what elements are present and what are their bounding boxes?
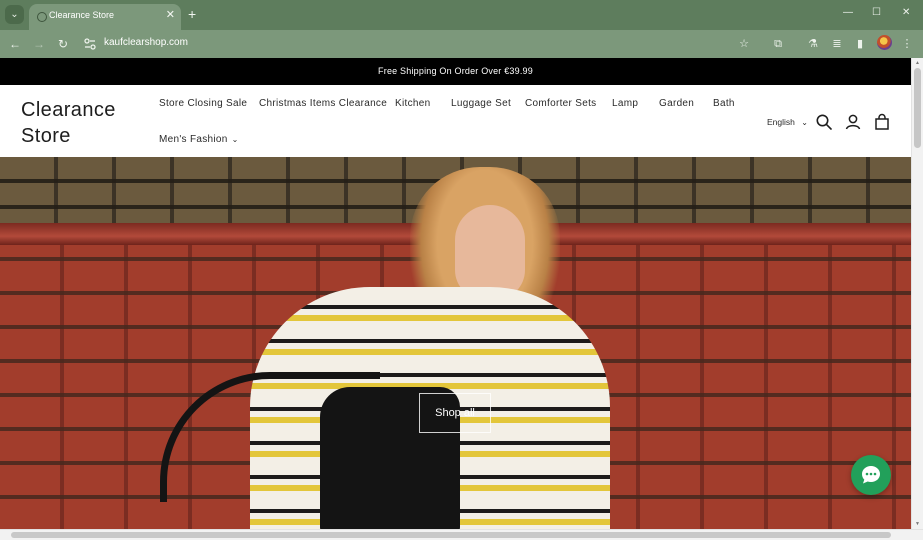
- chevron-down-icon: ⌄: [231, 135, 239, 144]
- new-tab-button[interactable]: +: [188, 6, 196, 22]
- profile-avatar-icon[interactable]: [877, 35, 892, 50]
- shop-all-button[interactable]: Shop all: [419, 393, 491, 433]
- side-panel-icon[interactable]: ▮: [851, 35, 869, 53]
- address-bar-url[interactable]: kaufclearshop.com: [104, 37, 188, 48]
- chat-icon: [862, 466, 880, 484]
- nav-item-lamp[interactable]: Lamp: [612, 98, 638, 109]
- reload-icon[interactable]: ↻: [54, 35, 72, 53]
- horizontal-scrollbar[interactable]: [0, 529, 923, 540]
- page-viewport: Free Shipping On Order Over €39.99 Clear…: [0, 58, 911, 529]
- bookmark-star-icon[interactable]: ☆: [735, 35, 753, 53]
- account-icon[interactable]: [844, 113, 862, 131]
- tab-title: Clearance Store: [49, 10, 115, 20]
- labs-flask-icon[interactable]: ⚗: [804, 35, 822, 53]
- cart-bag-icon[interactable]: [873, 113, 891, 131]
- more-menu-icon[interactable]: ⋮: [898, 35, 916, 53]
- browser-tab-bar: ⌄ Clearance Store ✕ + — ☐ ✕: [0, 0, 923, 30]
- maximize-icon[interactable]: ☐: [872, 7, 881, 18]
- nav-item-comforter-sets[interactable]: Comforter Sets: [525, 98, 596, 109]
- horizontal-scrollbar-thumb[interactable]: [11, 532, 891, 538]
- announcement-bar: Free Shipping On Order Over €39.99: [0, 58, 911, 85]
- store-logo[interactable]: Clearance Store: [21, 97, 131, 149]
- announcement-text: Free Shipping On Order Over €39.99: [378, 66, 533, 76]
- scroll-up-icon[interactable]: ▲: [915, 60, 920, 66]
- language-label: English: [767, 117, 795, 127]
- scroll-down-icon[interactable]: ▼: [915, 521, 920, 527]
- nav-item-bath[interactable]: Bath: [713, 98, 735, 109]
- tab-close-icon[interactable]: ✕: [166, 8, 175, 21]
- tab-search-icon[interactable]: ⌄: [5, 5, 24, 24]
- extensions-icon[interactable]: ⧉: [769, 35, 787, 53]
- search-icon[interactable]: [815, 113, 833, 131]
- vertical-scrollbar[interactable]: ▲ ▼: [911, 58, 923, 529]
- hero-banner: Shop all: [0, 157, 911, 529]
- forward-arrow-icon[interactable]: →: [30, 35, 48, 53]
- browser-tab-active[interactable]: Clearance Store ✕: [29, 4, 181, 30]
- language-selector[interactable]: English ⌄: [767, 117, 808, 127]
- nav-item-store-closing-sale[interactable]: Store Closing Sale: [159, 98, 247, 109]
- hero-model-face: [455, 205, 525, 300]
- close-window-icon[interactable]: ✕: [902, 7, 910, 18]
- nav-item-garden[interactable]: Garden: [659, 98, 694, 109]
- reading-list-icon[interactable]: ≣: [828, 35, 846, 53]
- scrollbar-thumb[interactable]: [914, 68, 921, 148]
- minimize-icon[interactable]: —: [843, 7, 853, 18]
- nav-item-luggage-set[interactable]: Luggage Set: [451, 98, 511, 109]
- nav-item-kitchen[interactable]: Kitchen: [395, 98, 430, 109]
- chat-widget-button[interactable]: [851, 455, 891, 495]
- back-arrow-icon[interactable]: ←: [6, 35, 24, 53]
- chevron-down-icon: ⌄: [801, 118, 808, 127]
- nav-item-mens-fashion-label: Men's Fashion: [159, 134, 228, 145]
- nav-item-mens-fashion[interactable]: Men's Fashion ⌄: [159, 134, 239, 145]
- site-header: Clearance Store Store Closing Sale Chris…: [0, 85, 911, 157]
- tab-favicon-icon: [37, 12, 47, 22]
- site-info-icon[interactable]: [83, 37, 97, 51]
- nav-item-christmas-items-clearance[interactable]: Christmas Items Clearance: [259, 98, 387, 109]
- browser-toolbar: ← → ↻ kaufclearshop.com ☆ ⧉ ⚗ ≣ ▮ ⋮: [0, 30, 923, 58]
